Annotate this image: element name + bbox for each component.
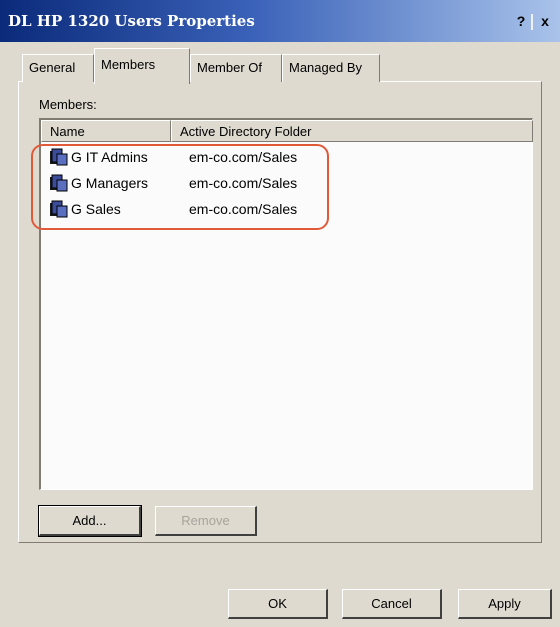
remove-button[interactable]: Remove	[155, 506, 257, 536]
cancel-button[interactable]: Cancel	[342, 589, 442, 619]
tab-general[interactable]: General	[22, 54, 94, 82]
tab-members[interactable]: Members	[94, 48, 190, 84]
title-bar[interactable]: DL HP 1320 Users Properties ? x	[0, 0, 560, 42]
members-label: Members:	[39, 97, 97, 112]
ok-button[interactable]: OK	[228, 589, 328, 619]
highlight-annotation	[31, 144, 329, 230]
tab-managed-by[interactable]: Managed By	[282, 54, 380, 82]
add-button[interactable]: Add...	[38, 505, 142, 537]
column-header-name[interactable]: Name	[41, 120, 171, 142]
close-button[interactable]: x	[537, 13, 553, 30]
properties-dialog: DL HP 1320 Users Properties ? x General …	[0, 0, 560, 627]
column-header-folder[interactable]: Active Directory Folder	[171, 120, 533, 142]
title-bar-separator	[531, 14, 533, 30]
apply-button[interactable]: Apply	[458, 589, 552, 619]
help-button[interactable]: ?	[513, 13, 529, 30]
list-header: Name Active Directory Folder	[41, 120, 533, 142]
window-title: DL HP 1320 Users Properties	[8, 12, 255, 30]
tab-member-of[interactable]: Member Of	[190, 54, 282, 82]
